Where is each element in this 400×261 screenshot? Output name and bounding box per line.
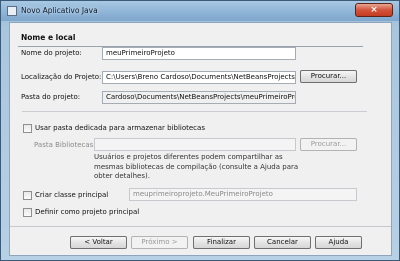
section-title: Nome e local <box>21 33 76 42</box>
separator <box>22 111 367 112</box>
libraries-description: Usuários e projetos diferentes podem com… <box>94 153 299 180</box>
create-main-class-label: Criar classe principal <box>35 191 109 199</box>
main-class-input[interactable]: meuprimeiroprojeto.MeuPrimeiroProjeto <box>129 188 357 201</box>
dedicated-libraries-label: Usar pasta dedicada para armazenar bibli… <box>35 124 205 132</box>
next-button[interactable]: Próximo > <box>131 236 188 249</box>
project-folder-label: Pasta do projeto: <box>21 93 81 101</box>
project-location-input[interactable]: C:\Users\Breno Cardoso\Documents\NetBean… <box>102 71 296 84</box>
project-folder-field: Cardoso\Documents\NetBeansProjects\meuPr… <box>102 91 296 104</box>
java-app-icon <box>7 6 17 16</box>
libraries-folder-input[interactable] <box>94 138 296 151</box>
project-name-label: Nome do projeto: <box>21 49 82 57</box>
project-location-label: Localização do Projeto: <box>21 73 102 81</box>
browse-libraries-button[interactable]: Procurar... <box>300 138 357 151</box>
window-title: Novo Aplicativo Java <box>21 6 98 15</box>
section-header: Nome e local <box>18 32 363 47</box>
dialog-window: Novo Aplicativo Java × Nome e local Nome… <box>0 0 400 261</box>
cancel-button[interactable]: Cancelar <box>254 236 311 249</box>
title-bar[interactable]: Novo Aplicativo Java × <box>1 1 399 21</box>
project-name-input[interactable]: meuPrimeiroProjeto <box>102 47 296 60</box>
finish-button[interactable]: Finalizar <box>193 236 250 249</box>
set-main-project-checkbox[interactable] <box>23 208 32 217</box>
browse-location-button[interactable]: Procurar... <box>300 70 357 83</box>
back-button[interactable]: < Voltar <box>70 236 127 249</box>
dialog-content: Nome e local Nome do projeto: meuPrimeir… <box>9 22 392 256</box>
libraries-folder-label: Pasta Bibliotecas: <box>34 141 96 149</box>
set-main-project-label: Definir como projeto principal <box>35 208 140 216</box>
help-button[interactable]: Ajuda <box>315 236 362 249</box>
create-main-class-checkbox[interactable] <box>23 191 32 200</box>
close-button[interactable]: × <box>355 3 393 17</box>
dedicated-libraries-checkbox[interactable] <box>23 124 32 133</box>
button-bar-divider <box>10 226 391 227</box>
